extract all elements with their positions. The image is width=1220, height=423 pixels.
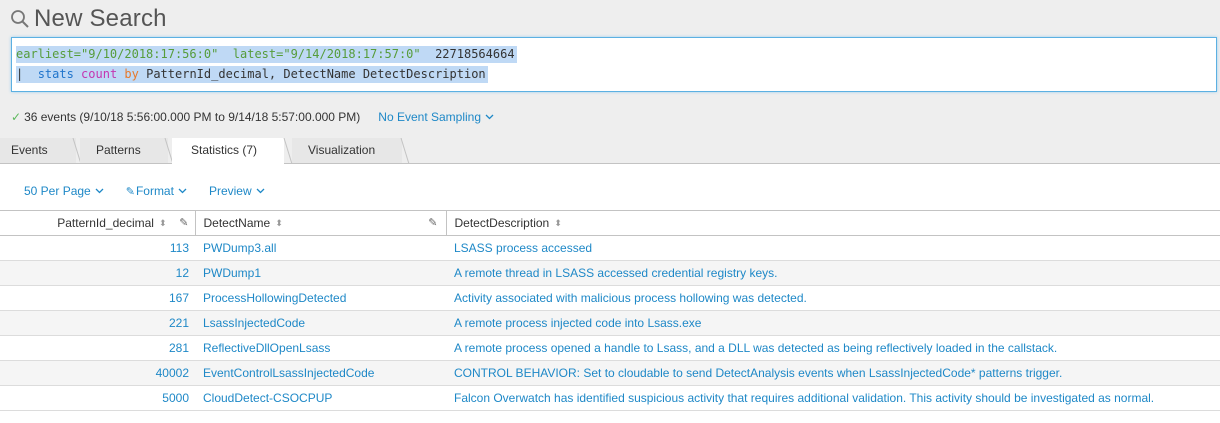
column-header-patternid[interactable]: PatternId_decimal ⬍ ✎ (0, 210, 195, 236)
table-row: 5000 CloudDetect-CSOCPUP Falcon Overwatc… (0, 385, 1220, 411)
pattern-id-cell[interactable]: 40002 (0, 360, 195, 386)
detect-name-cell[interactable]: PWDump3.all (195, 235, 446, 261)
chevron-down-icon (485, 114, 494, 120)
detect-name-cell[interactable]: LsassInjectedCode (195, 310, 446, 336)
detect-description-cell[interactable]: A remote process injected code into Lsas… (446, 310, 1220, 336)
pattern-id-cell[interactable]: 12 (0, 260, 195, 286)
detect-description-cell[interactable]: Falcon Overwatch has identified suspicio… (446, 385, 1220, 411)
stats-command: stats (37, 67, 74, 81)
preview-dropdown[interactable]: Preview (209, 184, 265, 198)
column-header-detectname[interactable]: DetectName ⬍ ✎ (194, 210, 446, 236)
event-count: 36 events (9/10/18 5:56:00.000 PM to 9/1… (24, 110, 361, 124)
tab-statistics[interactable]: Statistics (7) (172, 138, 284, 164)
table-row: 167 ProcessHollowingDetected Activity as… (0, 285, 1220, 311)
results-table: PatternId_decimal ⬍ ✎ DetectName ⬍ ✎ Det… (0, 210, 1220, 411)
pencil-icon: ✎ (125, 185, 135, 198)
search-icon (11, 10, 29, 28)
pencil-icon[interactable]: ✎ (179, 216, 188, 229)
search-term: 22718564664 (435, 47, 515, 61)
chevron-down-icon (178, 188, 187, 194)
tab-visualization[interactable]: Visualization (292, 138, 402, 163)
detect-description-cell[interactable]: A remote thread in LSASS accessed creden… (446, 260, 1220, 286)
earliest-value: "9/10/2018:17:56:0" (81, 47, 219, 61)
stats-fields: PatternId_decimal, DetectName DetectDesc… (146, 67, 486, 81)
table-row: 12 PWDump1 A remote thread in LSASS acce… (0, 260, 1220, 286)
detect-name-cell[interactable]: ReflectiveDllOpenLsass (195, 335, 446, 361)
pattern-id-cell[interactable]: 167 (0, 285, 195, 311)
results-toolbar: 50 Per Page ✎ Format Preview (24, 184, 287, 198)
tab-events[interactable]: Events (0, 138, 76, 163)
query-line-2[interactable]: | stats count by PatternId_decimal, Dete… (16, 66, 488, 83)
detect-name-cell[interactable]: PWDump1 (195, 260, 446, 286)
sort-icon[interactable]: ⬍ (554, 218, 562, 229)
pattern-id-cell[interactable]: 5000 (0, 385, 195, 411)
detect-name-cell[interactable]: ProcessHollowingDetected (195, 285, 446, 311)
results-tabs: Events Patterns Statistics (7) Visualiza… (0, 138, 1220, 164)
detect-description-cell[interactable]: CONTROL BEHAVIOR: Set to cloudable to se… (446, 360, 1220, 386)
pipe: | (16, 67, 24, 81)
count-function: count (81, 67, 118, 81)
pattern-id-cell[interactable]: 281 (0, 335, 195, 361)
table-row: 221 LsassInjectedCode A remote process i… (0, 310, 1220, 336)
table-row: 40002 EventControlLsassInjectedCode CONT… (0, 360, 1220, 386)
column-header-detectdescription[interactable]: DetectDescription ⬍ (445, 210, 1220, 236)
table-header-row: PatternId_decimal ⬍ ✎ DetectName ⬍ ✎ Det… (0, 210, 1220, 236)
page-title: New Search (34, 5, 167, 32)
table-row: 113 PWDump3.all LSASS process accessed (0, 235, 1220, 261)
pattern-id-cell[interactable]: 113 (0, 235, 195, 261)
format-dropdown[interactable]: ✎ Format (126, 184, 187, 198)
detect-name-cell[interactable]: EventControlLsassInjectedCode (195, 360, 446, 386)
check-icon: ✓ (11, 110, 22, 124)
detect-name-cell[interactable]: CloudDetect-CSOCPUP (195, 385, 446, 411)
by-keyword: by (124, 67, 139, 81)
page-header: New Search (10, 4, 167, 34)
statistics-panel: 50 Per Page ✎ Format Preview PatternId_d… (0, 164, 1220, 423)
latest-value: "9/14/2018:17:57:0" (283, 47, 421, 61)
query-line-1[interactable]: earliest="9/10/2018:17:56:0" latest="9/1… (16, 46, 517, 63)
table-row: 281 ReflectiveDllOpenLsass A remote proc… (0, 335, 1220, 361)
sort-icon[interactable]: ⬍ (275, 218, 283, 229)
pattern-id-cell[interactable]: 221 (0, 310, 195, 336)
pencil-icon[interactable]: ✎ (428, 216, 437, 229)
sort-icon[interactable]: ⬍ (159, 218, 167, 229)
detect-description-cell[interactable]: Activity associated with malicious proce… (446, 285, 1220, 311)
detect-description-cell[interactable]: LSASS process accessed (446, 235, 1220, 261)
per-page-dropdown[interactable]: 50 Per Page (24, 184, 104, 198)
latest-key: latest= (232, 47, 284, 61)
detect-description-cell[interactable]: A remote process opened a handle to Lsas… (446, 335, 1220, 361)
earliest-key: earliest= (16, 47, 82, 61)
sampling-label: No Event Sampling (378, 110, 482, 124)
chevron-down-icon (95, 188, 104, 194)
tab-patterns[interactable]: Patterns (80, 138, 168, 163)
chevron-down-icon (256, 188, 265, 194)
search-query-input[interactable]: earliest="9/10/2018:17:56:0" latest="9/1… (11, 37, 1217, 92)
job-status: ✓ 36 events (9/10/18 5:56:00.000 PM to 9… (11, 110, 494, 124)
event-sampling-dropdown[interactable]: No Event Sampling (378, 110, 494, 124)
